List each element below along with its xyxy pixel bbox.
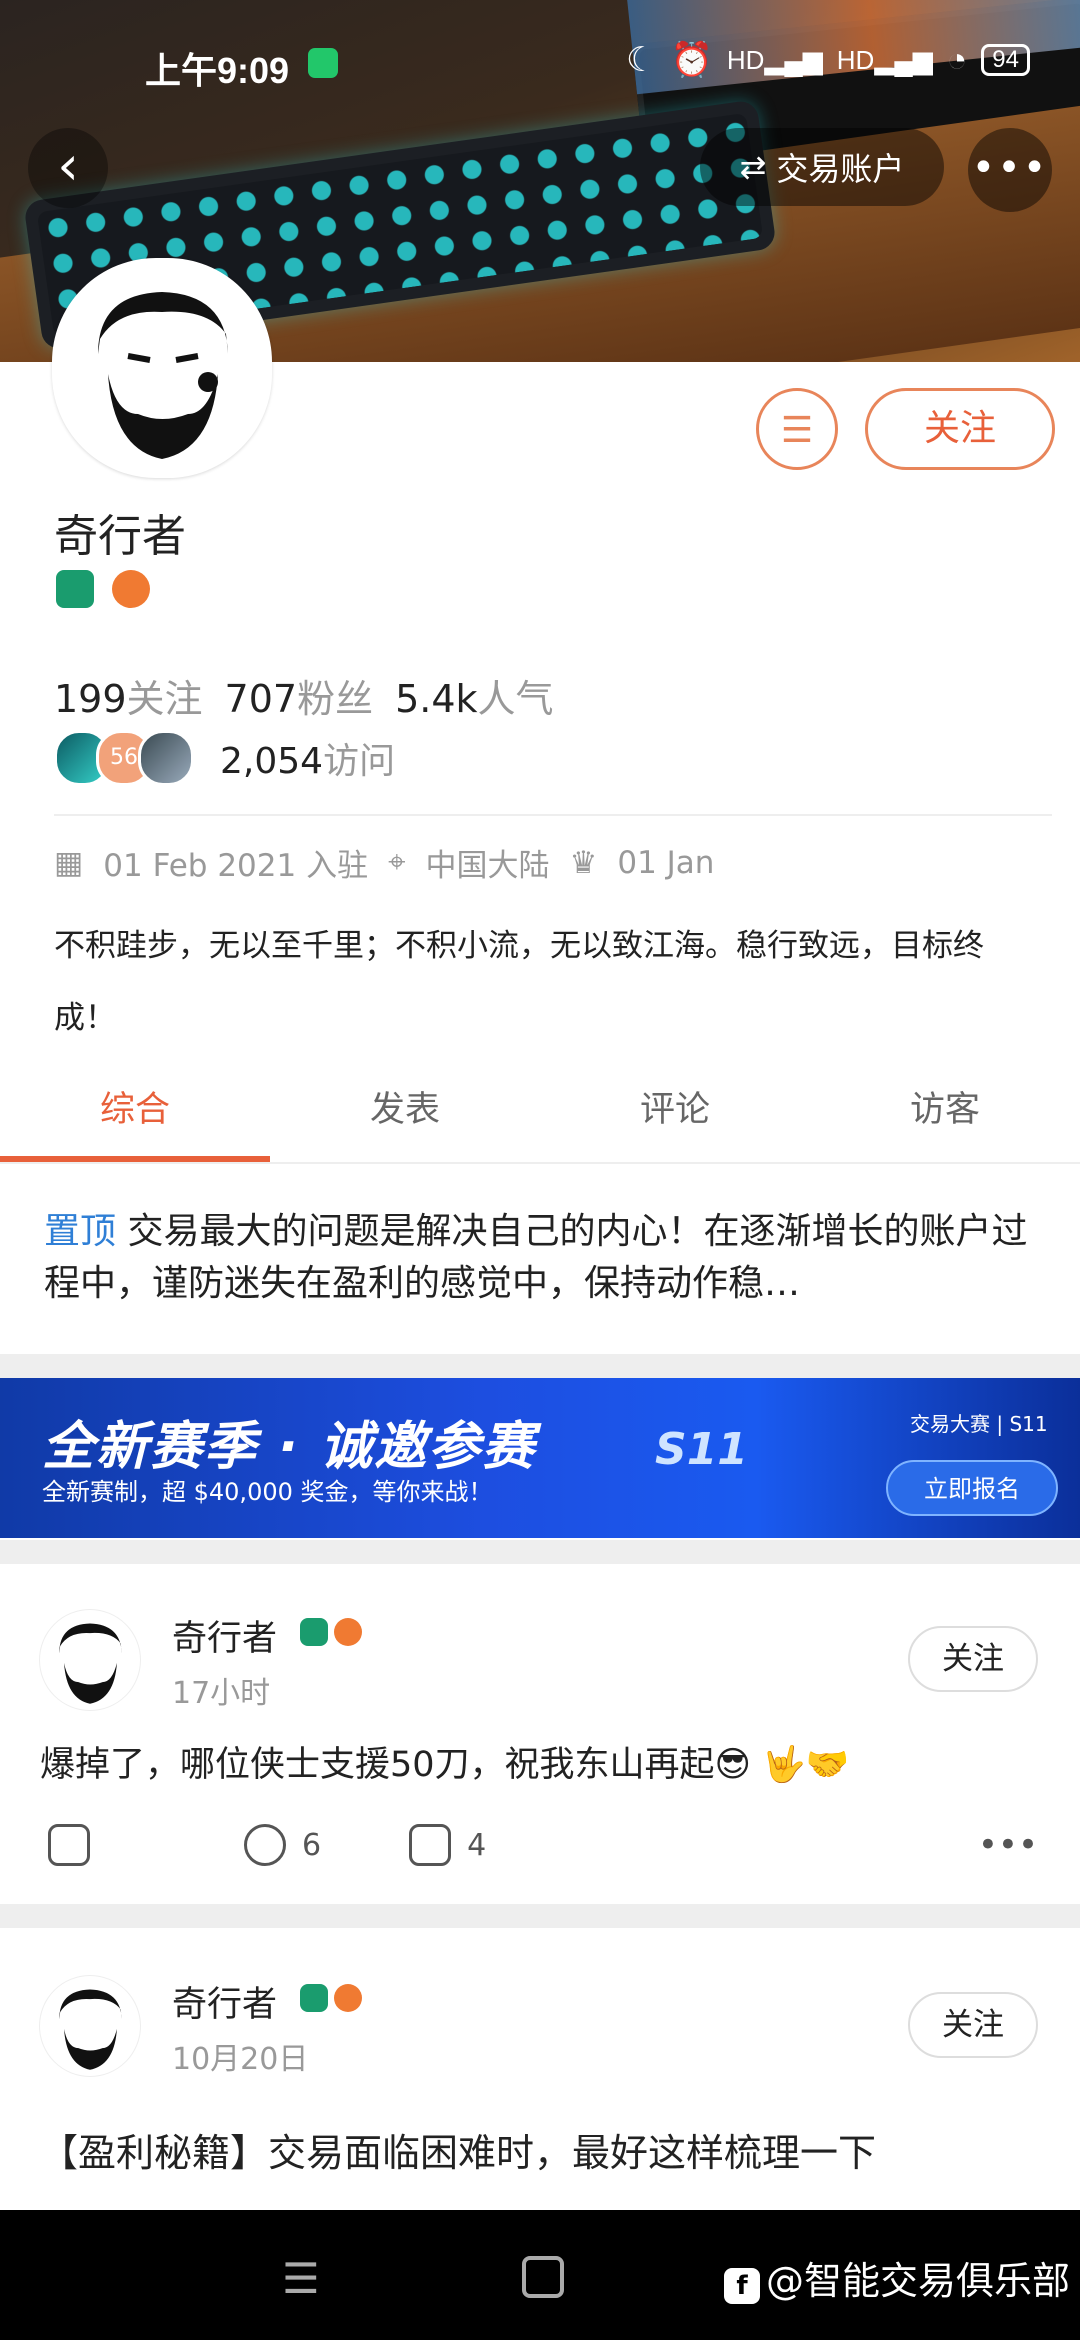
bearded-man-avatar-icon [58,264,266,472]
more-dots-icon: ••• [971,145,1049,191]
note-icon: ☰ [780,410,814,451]
birthday: 01 Jan [617,844,715,881]
profile-bio: 不积跬步，无以至千里；不积小流，无以致江海。稳行致远，目标终成！ [54,928,984,1036]
post-author-name[interactable]: 奇行者 [172,1610,277,1661]
signal-2-icon: HD▂▄▆ [836,44,933,75]
ad-brand: 交易大赛 | S11 [910,1412,1048,1436]
profile-name: 奇行者 [54,511,186,562]
menu-icon[interactable]: ☰ [282,2254,320,2303]
trading-account-label: 交易账户 [776,150,905,188]
location-pin-icon: ⌖ [388,844,406,880]
post-author-avatar[interactable] [40,1976,140,2076]
post-follow-button[interactable]: 关注 [908,1992,1038,2058]
chevron-left-icon: ‹ [57,134,79,197]
ad-register-button[interactable]: 立即报名 [886,1460,1058,1516]
divider [54,814,1052,816]
ad-subtitle: 全新赛制，超 $40,000 奖金，等你来战！ [42,1478,493,1506]
tab-visitors[interactable]: 访客 [810,1070,1080,1162]
stat-following[interactable]: 199关注 [54,668,203,723]
follow-button[interactable]: 关注 [865,388,1055,470]
post-author-avatar[interactable] [40,1610,140,1710]
pencil-badge-icon [300,1618,328,1646]
pk-flame-badge-icon [334,1618,362,1646]
post-actions: 6 4 ••• [48,1824,1038,1866]
share-icon[interactable] [48,1824,90,1866]
visits-count: 2,054访问 [220,741,396,782]
post-author-name[interactable]: 奇行者 [172,1976,277,2027]
shield-icon [308,48,338,78]
home-icon[interactable] [522,2256,564,2298]
location: 中国大陆 [425,848,550,884]
more-dots-icon[interactable]: ••• [978,1825,1038,1865]
post-time: 10月20日 [172,2042,309,2077]
signal-icon: HD▂▄▆ [726,44,823,75]
pk-flame-badge-icon [334,1984,362,2012]
like-count: 4 [467,1827,487,1863]
cake-icon: ♛ [569,844,598,881]
comment-icon[interactable] [244,1824,286,1866]
thumbs-up-icon[interactable] [409,1824,452,1866]
more-options-button[interactable]: ••• [968,128,1052,212]
bearded-man-avatar-icon [59,1623,122,1704]
pinned-text: 交易最大的问题是解决自己的内心！在逐渐增长的账户过程中，谨防迷失在盈利的感觉中，… [44,1211,1028,1304]
profile-meta: ▦ 01 Feb 2021 入驻 ⌖ 中国大陆 ♛ 01 Jan [54,840,714,885]
post-time: 17小时 [172,1676,271,1711]
post-follow-button[interactable]: 关注 [908,1626,1038,1692]
post-title[interactable]: 【盈利秘籍】交易面临困难时，最好这样梳理一下 [40,2122,876,2177]
joined-date: 01 Feb 2021 入驻 [103,848,369,884]
wifi-icon: ◔ [946,40,968,79]
moon-icon: ☾ [625,41,657,79]
visitor-avatar [138,730,194,786]
message-button[interactable]: ☰ [756,388,838,470]
pk-flame-badge-icon[interactable] [112,570,150,608]
pencil-badge-icon [300,1984,328,2012]
pencil-badge-icon[interactable] [56,570,94,608]
profile-tabs: 综合 发表 评论 访客 [0,1070,1080,1162]
calendar-icon: ▦ [54,844,84,881]
tab-posts[interactable]: 发表 [270,1070,540,1162]
profile-stats: 199关注 707粉丝 5.4k人气 [54,668,554,723]
battery-indicator: 94 [981,44,1030,76]
swap-icon: ⇄ [739,148,767,186]
section-gap [0,1354,1080,1378]
stat-followers[interactable]: 707粉丝 [225,668,374,723]
ad-title: 全新赛季 · 诚邀参赛 [42,1417,536,1477]
pinned-post[interactable]: 置顶 交易最大的问题是解决自己的内心！在逐渐增长的账户过程中，谨防迷失在盈利的感… [44,1206,1044,1310]
tabs-divider [0,1162,1080,1164]
visitors-row[interactable]: 56 2,054访问 [54,730,395,786]
fx-logo-icon: f [724,2268,760,2304]
tab-overview[interactable]: 综合 [0,1070,270,1162]
trading-account-button[interactable]: ⇄ 交易账户 [700,128,944,206]
status-time: 上午9:09 [145,50,290,91]
stat-popularity: 5.4k人气 [395,677,554,721]
bearded-man-avatar-icon [59,1989,122,2070]
badge-row [56,570,150,608]
section-gap [0,1540,1080,1564]
post-content[interactable]: 爆掉了，哪位侠士支援50刀，祝我东山再起😎 🤟🤝 [40,1736,849,1787]
tab-comments[interactable]: 评论 [540,1070,810,1162]
profile-avatar[interactable] [52,258,272,478]
pinned-tag: 置顶 [44,1211,117,1252]
section-gap [0,1904,1080,1928]
status-icons: ☾ ⏰ HD▂▄▆ HD▂▄▆ ◔ 94 [626,40,1030,80]
comment-count: 6 [302,1827,322,1863]
watermark: f @智能交易俱乐部 [724,2250,1070,2305]
back-button[interactable]: ‹ [28,128,108,208]
ad-season: S11 [655,1424,748,1475]
alarm-icon: ⏰ [670,41,713,79]
